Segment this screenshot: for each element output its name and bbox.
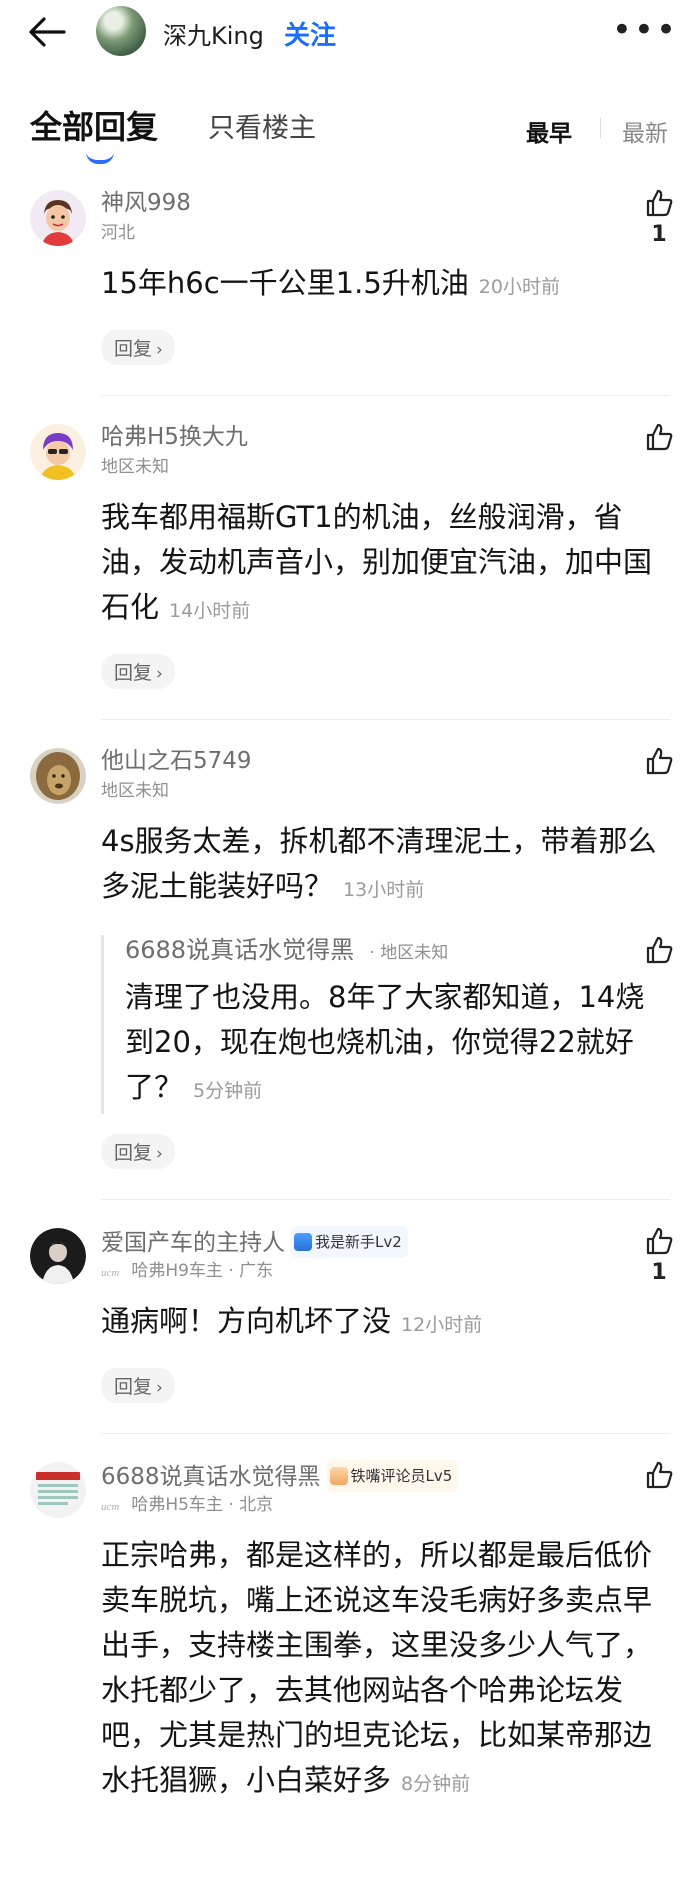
reply-label: 回复 xyxy=(114,662,153,684)
reply-label: 回复 xyxy=(114,338,153,360)
thumbs-up-icon xyxy=(646,1461,673,1489)
avatar[interactable] xyxy=(30,190,86,246)
car-tag: ucm xyxy=(101,1501,120,1513)
user-level-badge[interactable]: 铁嘴评论员Lv5 xyxy=(326,1460,459,1492)
avatar[interactable] xyxy=(30,1228,86,1284)
comment-text: 15年h6c一千公里1.5升机油 20小时前 xyxy=(101,261,660,310)
like-count: 1 xyxy=(651,1260,667,1285)
comment-item: 6688说真话水觉得黑 铁嘴评论员Lv5 ucm 哈弗H5车主 · 北京 正宗哈弗，… xyxy=(0,1434,700,1807)
chevron-right-icon: › xyxy=(156,1378,163,1398)
active-tab-indicator xyxy=(86,152,114,164)
comment-item: 1 神风998 河北 15年h6c一千公里1.5升机油 20小时前 回复 › xyxy=(0,174,700,395)
comment-user-name[interactable]: 神风998 xyxy=(101,188,660,218)
thumbs-up-icon xyxy=(646,747,673,775)
avatar[interactable] xyxy=(30,748,86,804)
nested-reply-time: 5分钟前 xyxy=(193,1080,263,1102)
thumbs-up-icon xyxy=(646,1227,673,1255)
comment-item: 哈弗H5换大九 地区未知 我车都用福斯GT1的机油，丝般润滑，省油，发动机声音小… xyxy=(0,396,700,719)
chevron-right-icon: › xyxy=(156,340,163,360)
comment-time: 12小时前 xyxy=(401,1314,483,1336)
like-button[interactable]: 1 xyxy=(640,188,678,247)
comment-time: 20小时前 xyxy=(478,276,560,298)
reply-button[interactable]: 回复 › xyxy=(101,1368,175,1403)
comment-user-header: 爱国产车的主持人 我是新手Lv2 xyxy=(101,1226,660,1258)
comment-body: 通病啊！方向机坏了没 xyxy=(101,1304,392,1338)
badge-icon xyxy=(329,1467,348,1485)
sort-earliest[interactable]: 最早 xyxy=(526,114,572,148)
owner-avatar[interactable] xyxy=(96,6,146,56)
like-count: 1 xyxy=(651,222,667,247)
reply-tabs: 全部回复 只看楼主 最早 最新 xyxy=(0,64,700,174)
nested-reply: 6688说真话水觉得黑 · 地区未知 清理了也没用。8年了大家都知道，14烧到2… xyxy=(101,935,673,1114)
car-tag: ucm xyxy=(101,1267,120,1279)
comment-text: 通病啊！方向机坏了没 12小时前 xyxy=(101,1299,660,1348)
reply-button[interactable]: 回复 › xyxy=(101,330,175,365)
car-owner-label: 哈弗H5车主 xyxy=(131,1495,223,1515)
comment-text: 我车都用福斯GT1的机油，丝般润滑，省油，发动机声音小，别加便宜汽油，加中国石化… xyxy=(101,495,660,634)
comment-time: 14小时前 xyxy=(169,600,251,622)
comment-region: 河北 xyxy=(101,223,135,243)
comment-item: 他山之石5749 地区未知 4s服务太差，拆机都不清理泥土，带着那么多泥土能装好… xyxy=(0,720,700,1199)
comment-region: 广东 xyxy=(239,1261,274,1281)
top-bar: 深九King 关注 ••• xyxy=(0,0,700,64)
user-level-badge[interactable]: 我是新手Lv2 xyxy=(291,1226,408,1258)
sort-divider xyxy=(600,118,601,138)
comment-user-header: 6688说真话水觉得黑 铁嘴评论员Lv5 xyxy=(101,1460,660,1492)
nested-reply-text: 清理了也没用。8年了大家都知道，14烧到20，现在炮也烧机油，你觉得22就好了？… xyxy=(125,975,660,1114)
reply-label: 回复 xyxy=(114,1376,153,1398)
tab-owner-only[interactable]: 只看楼主 xyxy=(208,106,316,145)
more-options-icon[interactable]: ••• xyxy=(612,13,678,47)
reply-button[interactable]: 回复 › xyxy=(101,1134,175,1169)
reply-button[interactable]: 回复 › xyxy=(101,654,175,689)
back-arrow-icon[interactable] xyxy=(24,10,72,54)
sort-newest[interactable]: 最新 xyxy=(622,114,668,148)
reply-label: 回复 xyxy=(114,1142,153,1164)
comment-text: 4s服务太差，拆机都不清理泥土，带着那么多泥土能装好吗？ 13小时前 xyxy=(101,819,660,913)
thumbs-up-icon xyxy=(646,423,673,451)
like-button[interactable]: 1 xyxy=(640,1226,678,1285)
badge-icon xyxy=(294,1233,312,1251)
thumbs-up-icon xyxy=(646,936,673,964)
avatar[interactable] xyxy=(30,424,86,480)
chevron-right-icon: › xyxy=(156,1144,163,1164)
comment-region: 地区未知 xyxy=(101,781,169,801)
like-button[interactable] xyxy=(640,422,678,452)
comment-region: 北京 xyxy=(239,1495,274,1515)
badge-label: 我是新手Lv2 xyxy=(315,1233,402,1251)
comment-body: 正宗哈弗，都是这样的，所以都是最后低价卖车脱坑，嘴上还说这车没毛病好多卖点早出手… xyxy=(101,1538,653,1797)
meta-separator: · xyxy=(222,1261,240,1281)
comment-meta: ucm 哈弗H5车主 · 北京 xyxy=(101,1492,660,1518)
comment-time: 8分钟前 xyxy=(401,1773,471,1795)
comment-meta: ucm 哈弗H9车主 · 广东 xyxy=(101,1258,660,1284)
comment-body: 15年h6c一千公里1.5升机油 xyxy=(101,266,469,300)
car-owner-label: 哈弗H9车主 xyxy=(131,1261,223,1281)
comment-user-name[interactable]: 6688说真话水觉得黑 xyxy=(101,1464,321,1490)
badge-label: 铁嘴评论员Lv5 xyxy=(350,1467,453,1485)
comment-item: 1 爱国产车的主持人 我是新手Lv2 ucm 哈弗H9车主 · 广东 通病啊！方向机… xyxy=(0,1200,700,1433)
nested-reply-header: 6688说真话水觉得黑 · 地区未知 xyxy=(125,935,660,965)
tab-all-replies[interactable]: 全部回复 xyxy=(30,102,158,148)
comment-time: 13小时前 xyxy=(343,879,425,901)
avatar[interactable] xyxy=(30,1462,86,1518)
owner-name[interactable]: 深九King xyxy=(163,16,264,51)
meta-separator: · xyxy=(222,1495,240,1515)
comment-user-name[interactable]: 他山之石5749 xyxy=(101,746,660,776)
chevron-right-icon: › xyxy=(156,664,163,684)
comment-text: 正宗哈弗，都是这样的，所以都是最后低价卖车脱坑，嘴上还说这车没毛病好多卖点早出手… xyxy=(101,1533,660,1807)
nested-reply-region-separator: · xyxy=(364,943,381,963)
comment-user-name[interactable]: 哈弗H5换大九 xyxy=(101,422,660,452)
like-button[interactable] xyxy=(640,935,678,965)
comment-user-name[interactable]: 爱国产车的主持人 xyxy=(101,1230,285,1256)
like-button[interactable] xyxy=(640,746,678,776)
nested-reply-user[interactable]: 6688说真话水觉得黑 xyxy=(125,936,354,964)
thumbs-up-icon xyxy=(646,189,673,217)
like-button[interactable] xyxy=(640,1460,678,1490)
nested-reply-region: 地区未知 xyxy=(380,943,449,963)
follow-button[interactable]: 关注 xyxy=(284,15,336,52)
comment-region: 地区未知 xyxy=(101,457,169,477)
